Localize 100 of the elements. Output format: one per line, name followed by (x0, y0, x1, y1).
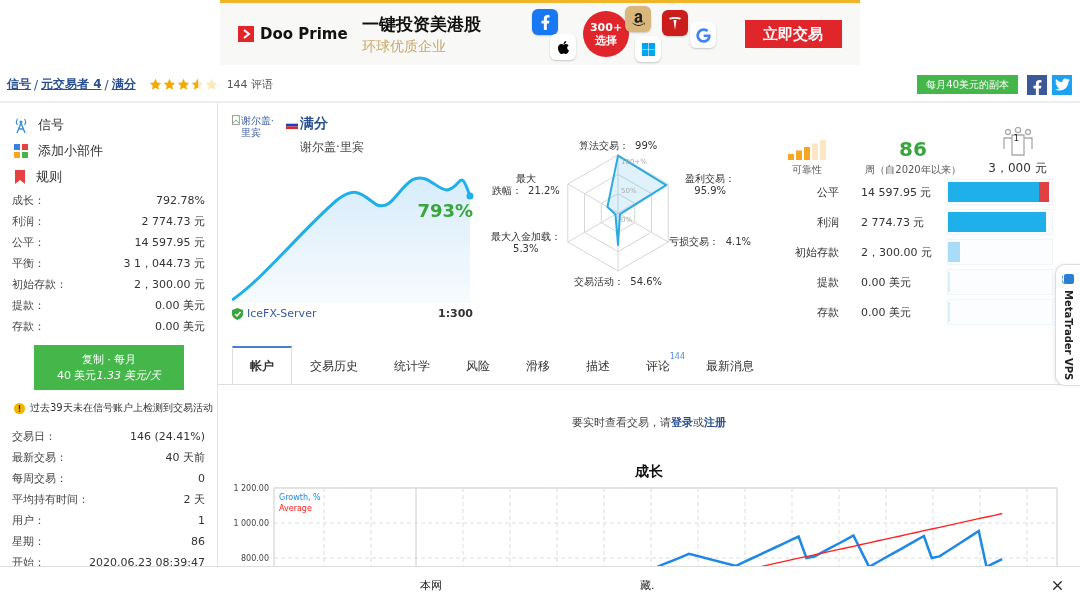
vps-tab[interactable]: MetaTrader VPS (1055, 264, 1080, 386)
twitter-button[interactable] (1052, 74, 1072, 95)
leverage: 1:300 (438, 307, 473, 320)
stat-value: 3 1，044.73 元 (123, 256, 205, 271)
bar-value: 14 597.95 元 (860, 184, 933, 200)
legend-label: Average (279, 504, 312, 513)
warning-text: 过去39天未在信号账户上检测到交易活动 (30, 401, 213, 415)
sidebar-label: 信号 (38, 116, 64, 134)
facebook-button[interactable] (1027, 74, 1047, 95)
growth-percent: 793% (417, 200, 473, 221)
shield-check-icon (232, 307, 243, 320)
login-link[interactable]: 登录 (671, 416, 693, 429)
stat-value: 146 (24.41%) (129, 430, 205, 443)
axis-label: 算法交易： 99% (578, 140, 658, 151)
stat-value: 1 (198, 514, 205, 527)
subscriber-count: 1 (1013, 133, 1020, 143)
tab-count: 144 (669, 352, 685, 361)
notice-text: 藏. (640, 578, 655, 593)
facebook-icon (532, 9, 559, 35)
stat-label: 存款： (12, 319, 45, 334)
sidebar-label: 规则 (36, 168, 62, 186)
subscriber-funds: 3，000 元 (988, 160, 1047, 177)
reliability-label: 可靠性 (792, 163, 822, 177)
stat-value: 2020.06.23 08:39:47 (89, 556, 205, 569)
sidebar-label: 添加小部件 (38, 142, 103, 160)
apple-icon (550, 34, 577, 60)
stat-label: 最新交易： (12, 450, 67, 465)
broken-image-icon (232, 115, 240, 125)
stat-value: 86 (191, 535, 205, 548)
stat-value: 2，300.00 元 (134, 277, 205, 292)
breadcrumb-link[interactable]: 信号 (7, 76, 31, 93)
axis-label: 亏损交易： 4.1% (669, 236, 752, 247)
tick-label: 1 200.00 (233, 484, 269, 493)
stat-label: 平均持有时间： (12, 492, 89, 507)
stat-label: 每周交易： (12, 471, 67, 486)
sidebar-link[interactable]: 添加小部件 (0, 138, 217, 164)
login-prompt: 要实时查看交易，请登录或注册 (571, 415, 727, 431)
axis-label: 最大 跌幅： 21.2% (491, 172, 560, 196)
weeks-count: 86 (899, 138, 927, 160)
chart-title: 成长 (634, 463, 664, 481)
axis-label: 交易活动： 54.6% (573, 276, 663, 287)
bar-value: 2，300.00 元 (860, 244, 933, 260)
register-link[interactable]: 注册 (704, 416, 726, 429)
bar-value: 2 774.73 元 (860, 214, 926, 230)
review-count[interactable]: 144 评语 (226, 77, 274, 92)
bar-value: 0.00 美元 (860, 274, 912, 290)
trade-now-button[interactable]: 立即交易 (744, 20, 842, 48)
bar-label: 初始存款 (794, 244, 839, 260)
legend-label: Growth, % (279, 493, 321, 502)
bar-label: 利润 (816, 214, 839, 230)
stat-label: 用户： (12, 513, 45, 528)
stat-label: 利润： (12, 214, 45, 229)
widget-icon (14, 144, 28, 158)
stat-value: 0.00 美元 (155, 298, 205, 313)
notice-text: 本网 (420, 578, 442, 593)
brand-name: Doo Prime (260, 25, 348, 43)
signal-name: 满分 (300, 115, 329, 133)
stat-label: 公平： (12, 235, 45, 250)
stat-label: 星期： (12, 534, 45, 549)
axis-label: 最大入金加载： 5.3% (490, 230, 561, 254)
tick-label: 800.00 (241, 554, 269, 563)
breadcrumb-link[interactable]: 元交易者 4 (41, 76, 102, 93)
google-icon (690, 22, 717, 48)
amazon-icon (625, 6, 652, 32)
choice-badge: 300+ 选择 (583, 11, 630, 57)
vps-icon (1062, 273, 1074, 285)
tab[interactable]: 帐户 (232, 346, 292, 384)
owner-name: 谢尔盖·里宾 (300, 139, 364, 156)
bar-label: 存款 (816, 304, 839, 320)
windows-icon (635, 36, 662, 62)
stat-label: 平衡： (12, 256, 45, 271)
bird-icon (1054, 77, 1070, 92)
stat-value: 792.78% (156, 194, 205, 207)
warning-icon (14, 402, 25, 414)
antenna-icon (14, 117, 28, 133)
tesla-icon (662, 10, 689, 36)
breadcrumb-separator: / (104, 77, 109, 92)
stat-value: 40 天前 (165, 450, 205, 465)
ad-headline: 一键投资美港股 (361, 12, 482, 36)
sidebar-link[interactable]: 信号 (0, 112, 217, 138)
tick-label: 1 000.00 (233, 519, 269, 528)
server-link[interactable]: IceFX-Server (232, 307, 317, 320)
sidebar-link[interactable]: 规则 (0, 164, 217, 190)
stat-label: 提款： (12, 298, 45, 313)
stat-label: 初始存款： (12, 277, 67, 292)
stat-label: 交易日： (12, 429, 56, 444)
breadcrumb-link[interactable]: 满分 (111, 76, 136, 93)
breadcrumb-separator: / (34, 77, 39, 92)
ad-subline: 环球优质企业 (361, 37, 447, 56)
bar-value: 0.00 美元 (860, 304, 912, 320)
logo-icon (238, 26, 254, 42)
bar-label: 公平 (816, 184, 839, 200)
stat-value: 14 597.95 元 (134, 235, 205, 250)
avatar-alt-text: 谢尔盖·里宾 (240, 115, 275, 139)
stat-value: 0 (198, 472, 205, 485)
bookmark-icon (14, 170, 26, 184)
weeks-label: 周（自2020年以来） (865, 163, 961, 177)
bar-label: 提款 (816, 274, 839, 290)
flag-icon (286, 121, 298, 129)
subscribers-icon (1001, 127, 1034, 157)
